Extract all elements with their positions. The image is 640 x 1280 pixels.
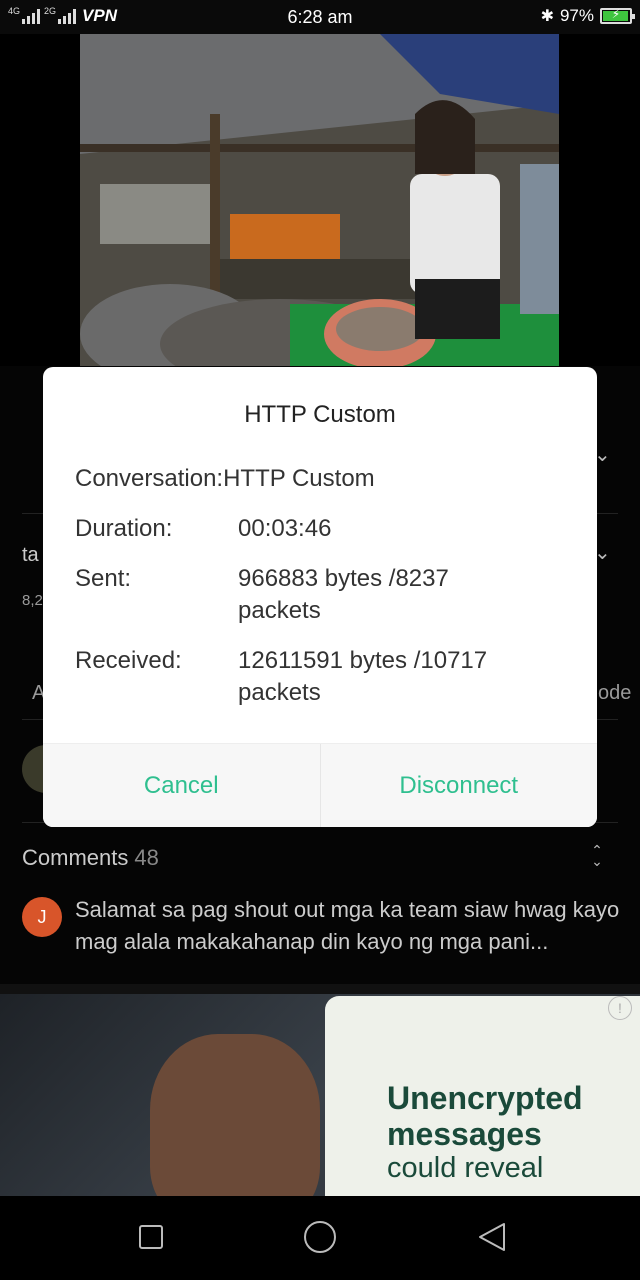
dialog-row-duration: Duration: 00:03:46 [75, 513, 577, 545]
home-circle-icon[interactable] [304, 1221, 336, 1253]
dialog-title: HTTP Custom [244, 401, 396, 428]
dialog-row-received: Received: 12611591 bytes /10717 packets [75, 645, 577, 709]
navigation-bar [0, 1196, 640, 1280]
dialog-row-conversation: Conversation: HTTP Custom [75, 463, 577, 495]
row-value: 12611591 bytes /10717 packets [238, 647, 488, 706]
video-title-fragment: ta [22, 544, 39, 566]
ad-person-image [150, 1034, 320, 1196]
row-label: Conversation: [75, 465, 224, 492]
back-triangle-icon[interactable] [478, 1222, 506, 1252]
bluetooth-icon: ✱ [540, 8, 554, 25]
row-label: Received: [75, 647, 182, 674]
info-icon[interactable]: ! [608, 996, 632, 1020]
ad-headline: Unencrypted messages [387, 1080, 583, 1152]
row-label: Duration: [75, 515, 173, 542]
connection-dialog: HTTP Custom Conversation: HTTP Custom Du… [43, 367, 597, 827]
row-label: Sent: [75, 565, 132, 592]
market-scene-image [80, 34, 559, 366]
comments-label: Comments [22, 845, 129, 870]
disconnect-button[interactable]: Disconnect [319, 744, 598, 827]
avatar[interactable]: J [22, 897, 62, 937]
status-bar: 4G 2G VPN 6:28 am ✱ 97% ⚡ [0, 0, 640, 34]
video-player[interactable] [80, 34, 559, 366]
ad-text-panel: Unencrypted messages could reveal [325, 996, 640, 1196]
dialog-row-sent: Sent: 966883 bytes /8237 packets [75, 563, 577, 627]
ad-subline: could reveal [387, 1152, 544, 1184]
tab-fragment-right: ode [598, 682, 632, 704]
row-value: 966883 bytes /8237 packets [238, 565, 449, 624]
ad-banner[interactable]: Unencrypted messages could reveal ! [0, 984, 640, 1196]
comments-header[interactable]: Comments 48 [22, 845, 159, 871]
row-value: 00:03:46 [238, 515, 332, 542]
row-value: HTTP Custom [223, 465, 375, 492]
views-fragment: 8,2 [22, 592, 43, 609]
battery-charging-icon: ⚡ [600, 7, 635, 24]
dialog-actions: Cancel Disconnect [43, 743, 597, 827]
comments-count: 48 [134, 845, 159, 870]
cancel-button[interactable]: Cancel [43, 744, 320, 827]
comment-text[interactable]: Salamat sa pag shout out mga ka team sia… [75, 894, 620, 958]
status-right: ✱ 97% ⚡ [540, 6, 635, 26]
battery-percent: 97% [559, 6, 594, 25]
expand-collapse-icon[interactable]: ⌃ ⌄ [587, 843, 607, 871]
recents-square-icon[interactable] [139, 1225, 163, 1249]
